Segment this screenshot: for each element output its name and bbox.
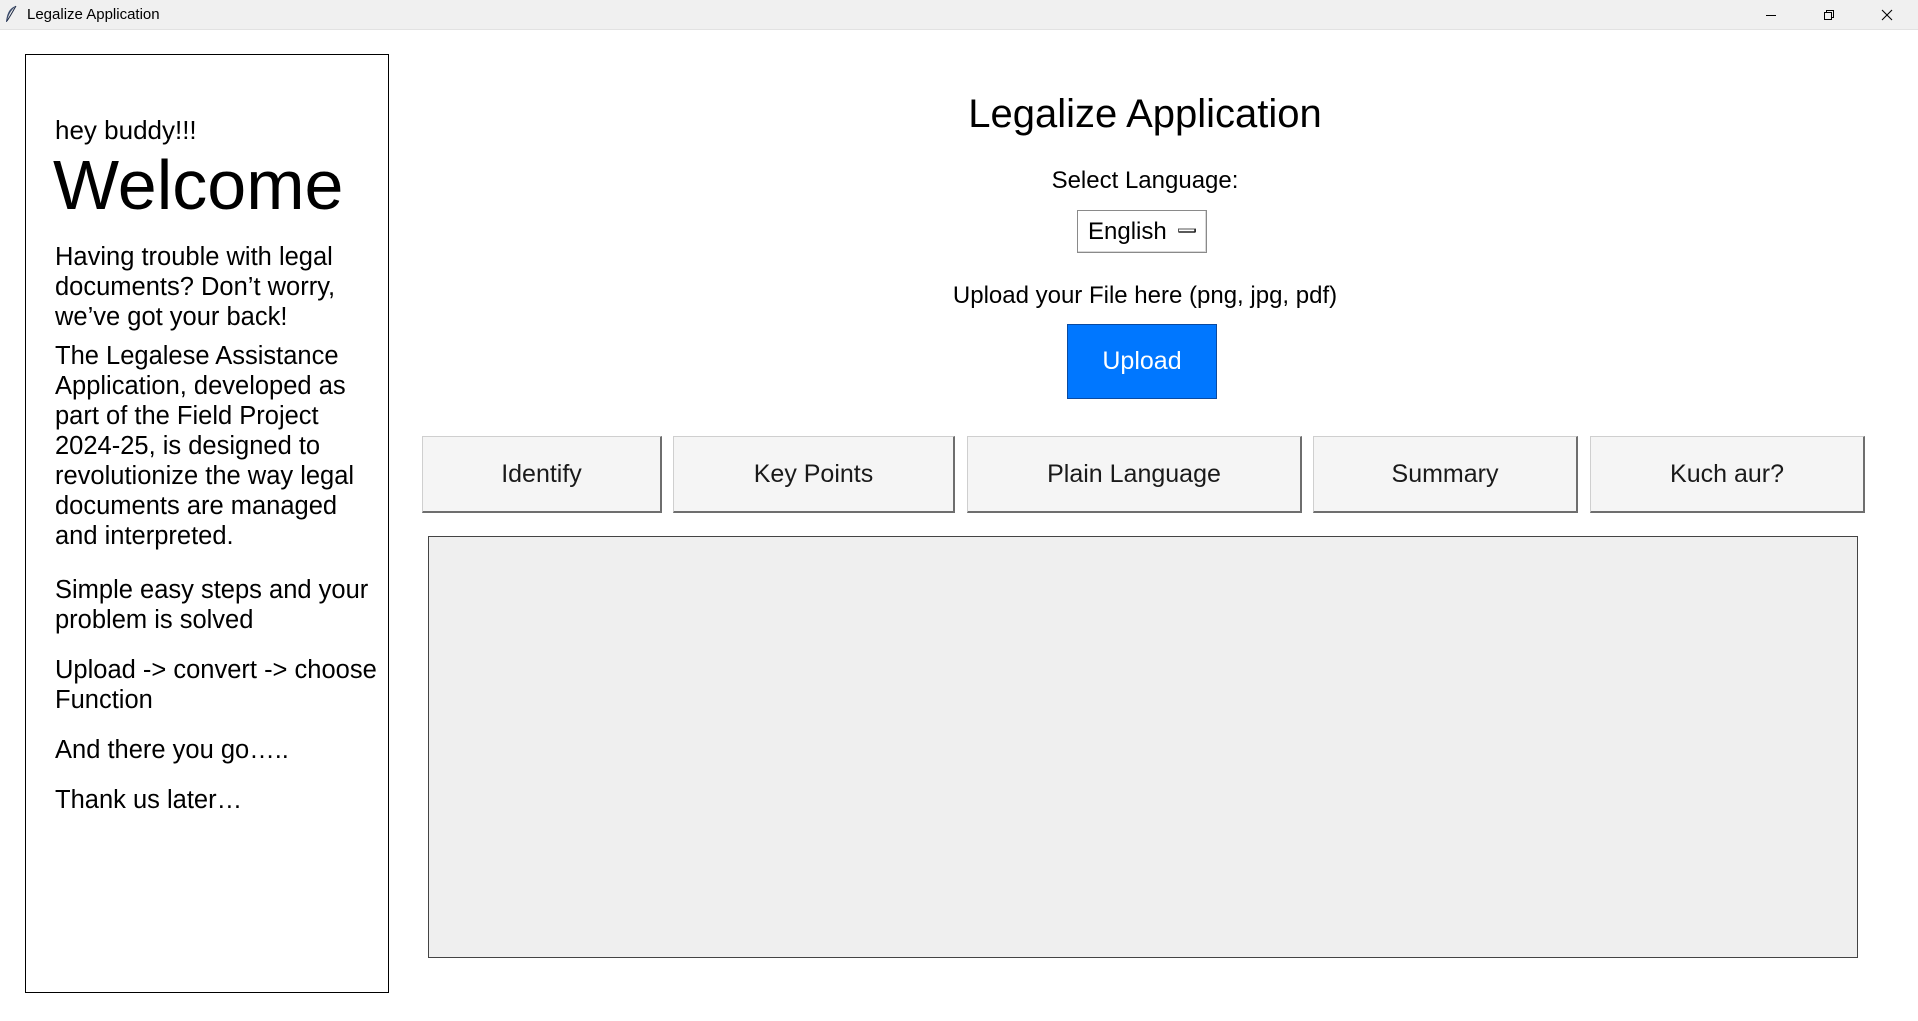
- output-text-area[interactable]: [428, 536, 1858, 958]
- minimize-button[interactable]: [1742, 0, 1800, 29]
- flow-paragraph: Upload -> convert -> choose Function: [55, 656, 377, 714]
- restore-button[interactable]: [1800, 0, 1858, 29]
- page-title: Legalize Application: [968, 92, 1322, 136]
- steps-paragraph: Simple easy steps and your problem is so…: [55, 576, 369, 634]
- plain-language-button[interactable]: Plain Language: [967, 436, 1302, 513]
- about-paragraph: The Legalese Assistance Application, dev…: [55, 342, 355, 550]
- intro-paragraph: Having trouble with legal documents? Don…: [55, 243, 336, 331]
- greeting-text: hey buddy!!!: [55, 115, 197, 145]
- option-menu-indicator-icon: [1178, 228, 1196, 233]
- close-button[interactable]: [1858, 0, 1916, 29]
- kuch-aur-button[interactable]: Kuch aur?: [1590, 436, 1865, 513]
- window-title: Legalize Application: [27, 6, 160, 23]
- key-points-button[interactable]: Key Points: [673, 436, 955, 513]
- language-label: Select Language:: [1051, 167, 1239, 194]
- language-select[interactable]: English: [1077, 210, 1207, 253]
- language-selected-value: English: [1088, 217, 1167, 245]
- minimize-icon: [1766, 14, 1776, 16]
- restore-icon: [1824, 9, 1834, 20]
- identify-button[interactable]: Identify: [422, 436, 662, 513]
- upload-button[interactable]: Upload: [1067, 324, 1217, 399]
- done-paragraph: And there you go…..: [55, 736, 289, 764]
- welcome-sidebar: hey buddy!!! Welcome Having trouble with…: [25, 54, 389, 993]
- welcome-heading: Welcome: [53, 146, 344, 224]
- close-icon: [1881, 9, 1893, 20]
- summary-button[interactable]: Summary: [1313, 436, 1578, 513]
- title-bar: Legalize Application: [0, 0, 1918, 30]
- app-window-content: hey buddy!!! Welcome Having trouble with…: [0, 30, 1918, 1021]
- upload-label: Upload your File here (png, jpg, pdf): [952, 282, 1338, 309]
- feather-icon: [6, 5, 17, 22]
- thanks-paragraph: Thank us later…: [55, 786, 243, 814]
